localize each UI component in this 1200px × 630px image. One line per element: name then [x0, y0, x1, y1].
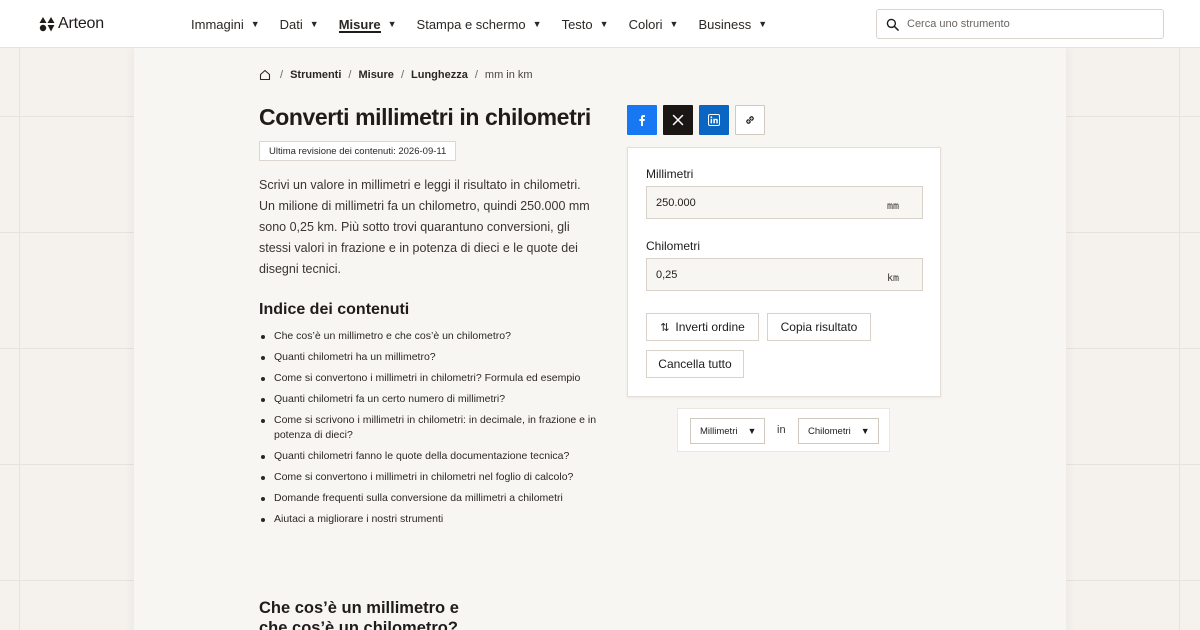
linkedin-icon: [708, 114, 720, 126]
chevron-down-icon: ▼: [747, 426, 757, 436]
nav-item-immagini[interactable]: Immagini ▼: [191, 0, 260, 48]
logo-mark-icon: [39, 17, 55, 32]
main-nav: Immagini ▼ Dati ▼ Misure ▼ Stampa e sche…: [191, 0, 787, 48]
search-input[interactable]: [907, 18, 1147, 30]
toc-item[interactable]: Come si scrivono i millimetri in chilome…: [259, 413, 604, 443]
kilometers-label: Chilometri: [646, 239, 701, 253]
toc-item[interactable]: Quanti chilometri fanno le quote della d…: [259, 449, 604, 464]
copy-link-button[interactable]: [735, 105, 765, 135]
breadcrumb: / Strumenti / Misure / Lunghezza / mm in…: [259, 69, 533, 81]
breadcrumb-link-misure[interactable]: Misure: [358, 69, 393, 81]
search-icon: [886, 18, 899, 31]
chevron-down-icon: ▼: [669, 19, 679, 29]
kilometers-input[interactable]: [647, 259, 867, 290]
chevron-down-icon: ▼: [599, 19, 609, 29]
search-box[interactable]: [876, 9, 1164, 39]
toc-item[interactable]: Come si convertono i millimetri in chilo…: [259, 371, 604, 386]
brand-name: Arteon: [58, 15, 104, 32]
top-header: Arteon Immagini ▼ Dati ▼ Misure ▼ Stampa…: [0, 0, 1200, 48]
toc-item[interactable]: Quanti chilometri ha un millimetro?: [259, 350, 604, 365]
toc-item[interactable]: Domande frequenti sulla conversione da m…: [259, 491, 604, 506]
toc-item[interactable]: Come si convertono i millimetri in chilo…: [259, 470, 604, 485]
nav-label: Stampa e schermo: [416, 16, 526, 32]
share-x-button[interactable]: [663, 105, 693, 135]
toc-list: Che cos’è un millimetro e che cos’è un c…: [259, 329, 604, 533]
share-facebook-button[interactable]: [627, 105, 657, 135]
page-title: Converti millimetri in chilometri: [259, 104, 591, 130]
swap-units-label: Inverti ordine: [675, 320, 745, 334]
unit-connector: in: [777, 424, 786, 436]
toc-item[interactable]: Aiutaci a migliorare i nostri strumenti: [259, 512, 604, 527]
intro-paragraph: Scrivi un valore in millimetri e leggi i…: [259, 178, 590, 276]
toc-title: Indice dei contenuti: [259, 301, 410, 318]
facebook-icon: [639, 115, 645, 126]
share-linkedin-button[interactable]: [699, 105, 729, 135]
home-icon[interactable]: [259, 69, 271, 81]
clear-all-button[interactable]: Cancella tutto: [646, 350, 744, 378]
chevron-down-icon: ▼: [532, 19, 542, 29]
x-icon: [672, 114, 684, 126]
chevron-down-icon: ▼: [860, 426, 870, 436]
nav-label: Colori: [628, 16, 663, 32]
nav-label: Dati: [279, 16, 303, 32]
swap-units-button[interactable]: ⇅ Inverti ordine: [646, 313, 759, 341]
breadcrumb-current: mm in km: [484, 69, 533, 81]
chevron-down-icon: ▼: [250, 19, 260, 29]
converter-card: Millimetri mm Chilometri km ⇅ Inverti or…: [627, 147, 941, 397]
content-panel: / Strumenti / Misure / Lunghezza / mm in…: [134, 48, 1066, 630]
nav-item-testo[interactable]: Testo ▼: [562, 0, 609, 48]
breadcrumb-separator: /: [474, 69, 478, 81]
link-icon: [746, 116, 754, 124]
breadcrumb-separator: /: [280, 69, 284, 81]
chevron-down-icon: ▼: [387, 19, 397, 29]
millimeters-input[interactable]: [647, 187, 867, 218]
breadcrumb-link-strumenti[interactable]: Strumenti: [290, 69, 341, 81]
unit-selector-bar: Millimetri ▼ in Chilometri ▼: [677, 408, 890, 452]
nav-label: Business: [698, 16, 752, 32]
nav-label: Immagini: [191, 16, 244, 32]
nav-item-dati[interactable]: Dati ▼: [280, 0, 319, 48]
nav-item-stampa-e-schermo[interactable]: Stampa e schermo ▼: [417, 0, 542, 48]
brand-logo[interactable]: Arteon: [39, 15, 104, 33]
to-unit-select[interactable]: Chilometri ▼: [798, 418, 879, 444]
chevron-down-icon: ▼: [758, 19, 768, 29]
from-unit-select[interactable]: Millimetri ▼: [690, 418, 766, 444]
to-unit-value: Chilometri: [808, 425, 851, 437]
breadcrumb-link-lunghezza[interactable]: Lunghezza: [411, 69, 468, 81]
revision-badge: Ultima revisione dei contenuti: 2026-09-…: [259, 141, 457, 161]
nav-label: Testo: [561, 16, 593, 32]
nav-label: Misure: [338, 16, 381, 32]
kilometers-unit: km: [886, 273, 899, 284]
nav-item-misure[interactable]: Misure ▼: [338, 0, 397, 48]
chevron-down-icon: ▼: [309, 19, 319, 29]
breadcrumb-separator: /: [400, 69, 404, 81]
section-heading: Che cos’è un millimetro e che cos’è un c…: [259, 599, 459, 630]
millimeters-label: Millimetri: [646, 167, 694, 181]
millimeters-unit: mm: [886, 201, 899, 212]
breadcrumb-separator: /: [348, 69, 352, 81]
swap-icon: ⇅: [660, 321, 670, 334]
toc-item[interactable]: Che cos’è un millimetro e che cos’è un c…: [259, 329, 604, 344]
toc-item[interactable]: Quanti chilometri fa un certo numero di …: [259, 392, 604, 407]
nav-item-business[interactable]: Business ▼: [698, 0, 767, 48]
kilometers-field-wrapper: km: [646, 258, 923, 291]
share-bar: [627, 105, 765, 135]
nav-item-colori[interactable]: Colori ▼: [629, 0, 679, 48]
copy-result-button[interactable]: Copia risultato: [767, 313, 871, 341]
from-unit-value: Millimetri: [700, 425, 738, 437]
millimeters-field-wrapper: mm: [646, 186, 923, 219]
